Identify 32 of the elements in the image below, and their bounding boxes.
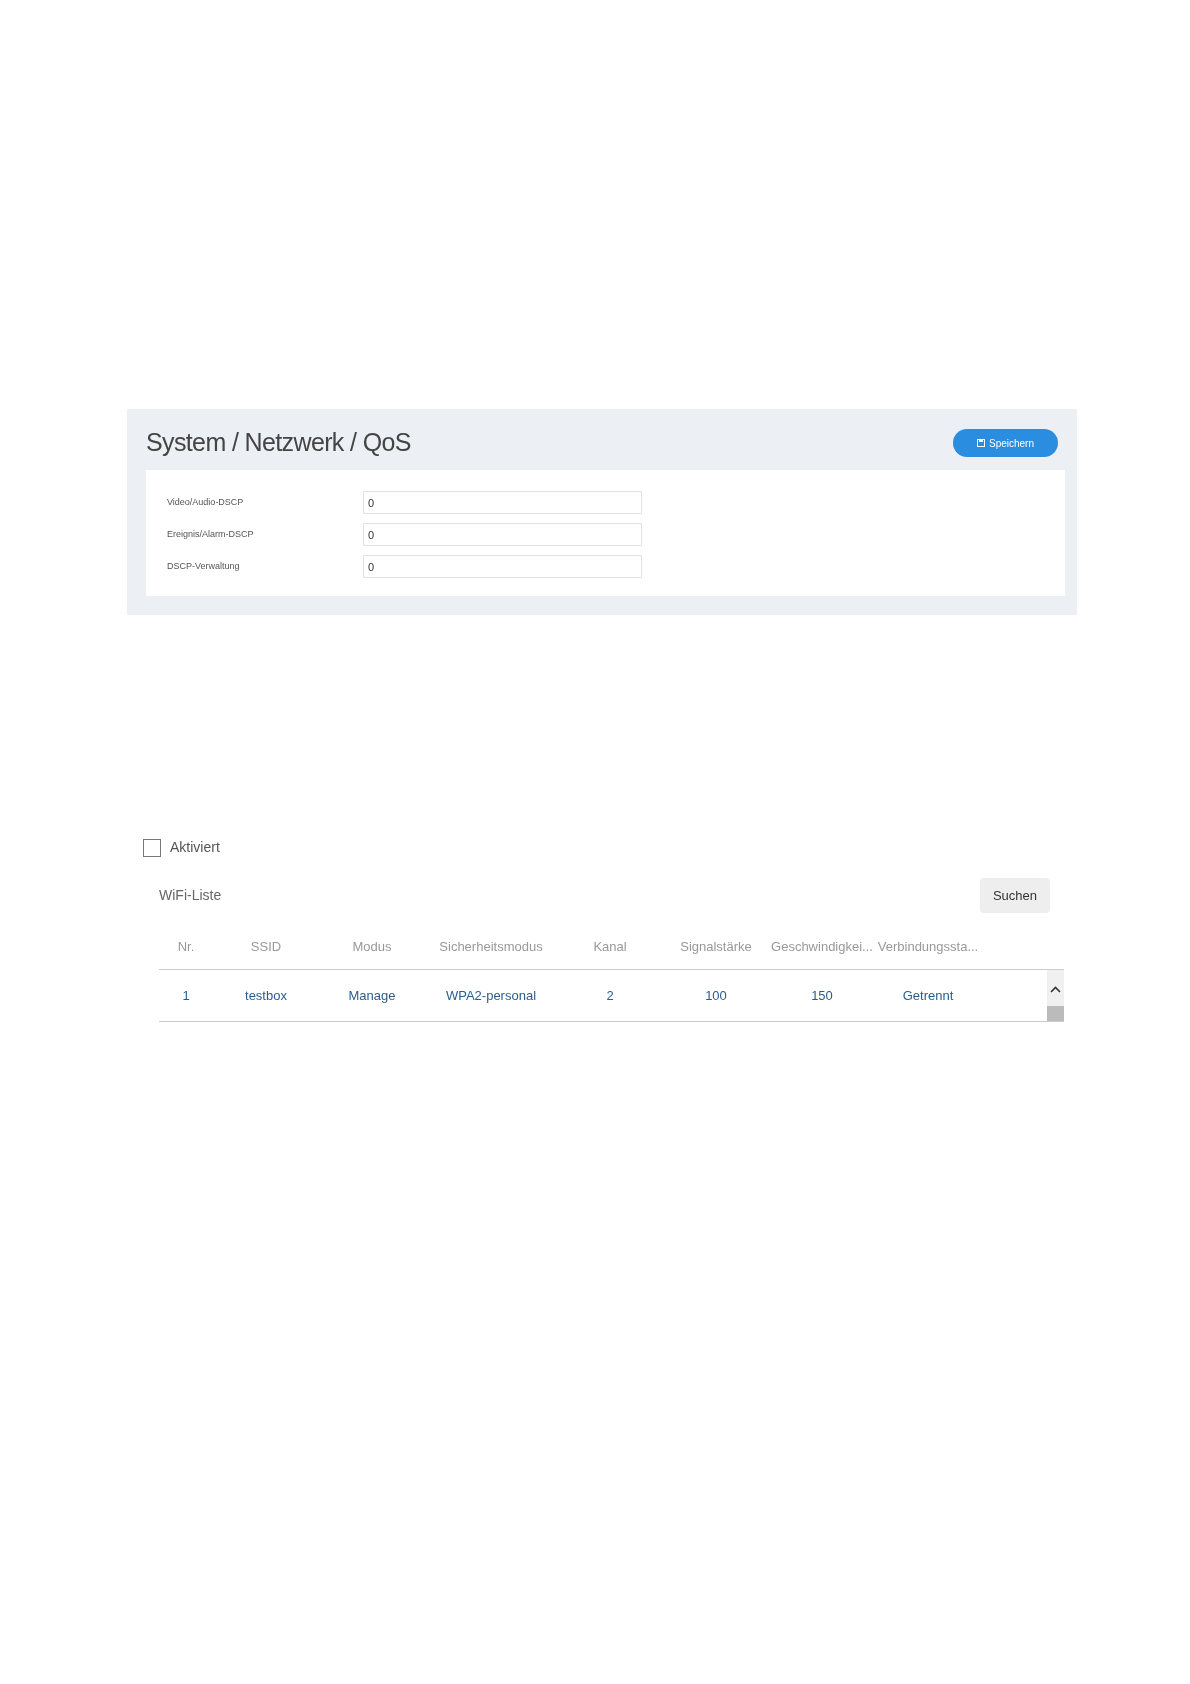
- search-button[interactable]: Suchen: [980, 878, 1050, 913]
- table-cell-text: 1: [181, 986, 191, 1005]
- page-title: System / Netzwerk / QoS: [146, 427, 411, 459]
- input-field[interactable]: 0: [363, 523, 642, 546]
- table-cell-text: WPA2-personal: [444, 986, 538, 1005]
- column-header: Modus: [351, 938, 393, 957]
- table-cell-text: Manage: [347, 986, 397, 1005]
- input-field[interactable]: 0: [363, 491, 642, 514]
- checkbox[interactable]: [143, 838, 161, 857]
- column-header: Kanal: [592, 938, 628, 957]
- column-header: Signalstärke: [679, 938, 753, 957]
- save-button[interactable]: Speichern: [953, 429, 1058, 457]
- scroll-up-icon[interactable]: [1050, 986, 1061, 993]
- save-icon: [977, 439, 985, 447]
- table-cell-text: Getrennt: [901, 986, 955, 1005]
- table-cell-text: testbox: [244, 986, 288, 1005]
- column-header: Nr.: [176, 938, 196, 957]
- field-label: Ereignis/Alarm-DSCP: [167, 527, 255, 541]
- input-field[interactable]: 0: [363, 555, 642, 578]
- table-cell-text: 150: [810, 986, 834, 1005]
- section-title: WiFi-Liste: [159, 886, 222, 905]
- table-cell-text: 100: [704, 986, 728, 1005]
- table-cell-text: 2: [605, 986, 615, 1005]
- column-header: Verbindungssta...: [876, 938, 980, 957]
- column-header: SSID: [249, 938, 283, 957]
- field-label: DSCP-Verwaltung: [167, 559, 241, 573]
- column-header: Sicherheitsmodus: [438, 938, 544, 957]
- scrollbar-thumb[interactable]: [1047, 1006, 1064, 1021]
- field-label: Video/Audio-DSCP: [167, 495, 245, 509]
- column-header: Geschwindigkei...: [770, 938, 874, 957]
- checkbox-label: Aktiviert: [170, 838, 220, 857]
- scrollbar[interactable]: [1047, 970, 1064, 1021]
